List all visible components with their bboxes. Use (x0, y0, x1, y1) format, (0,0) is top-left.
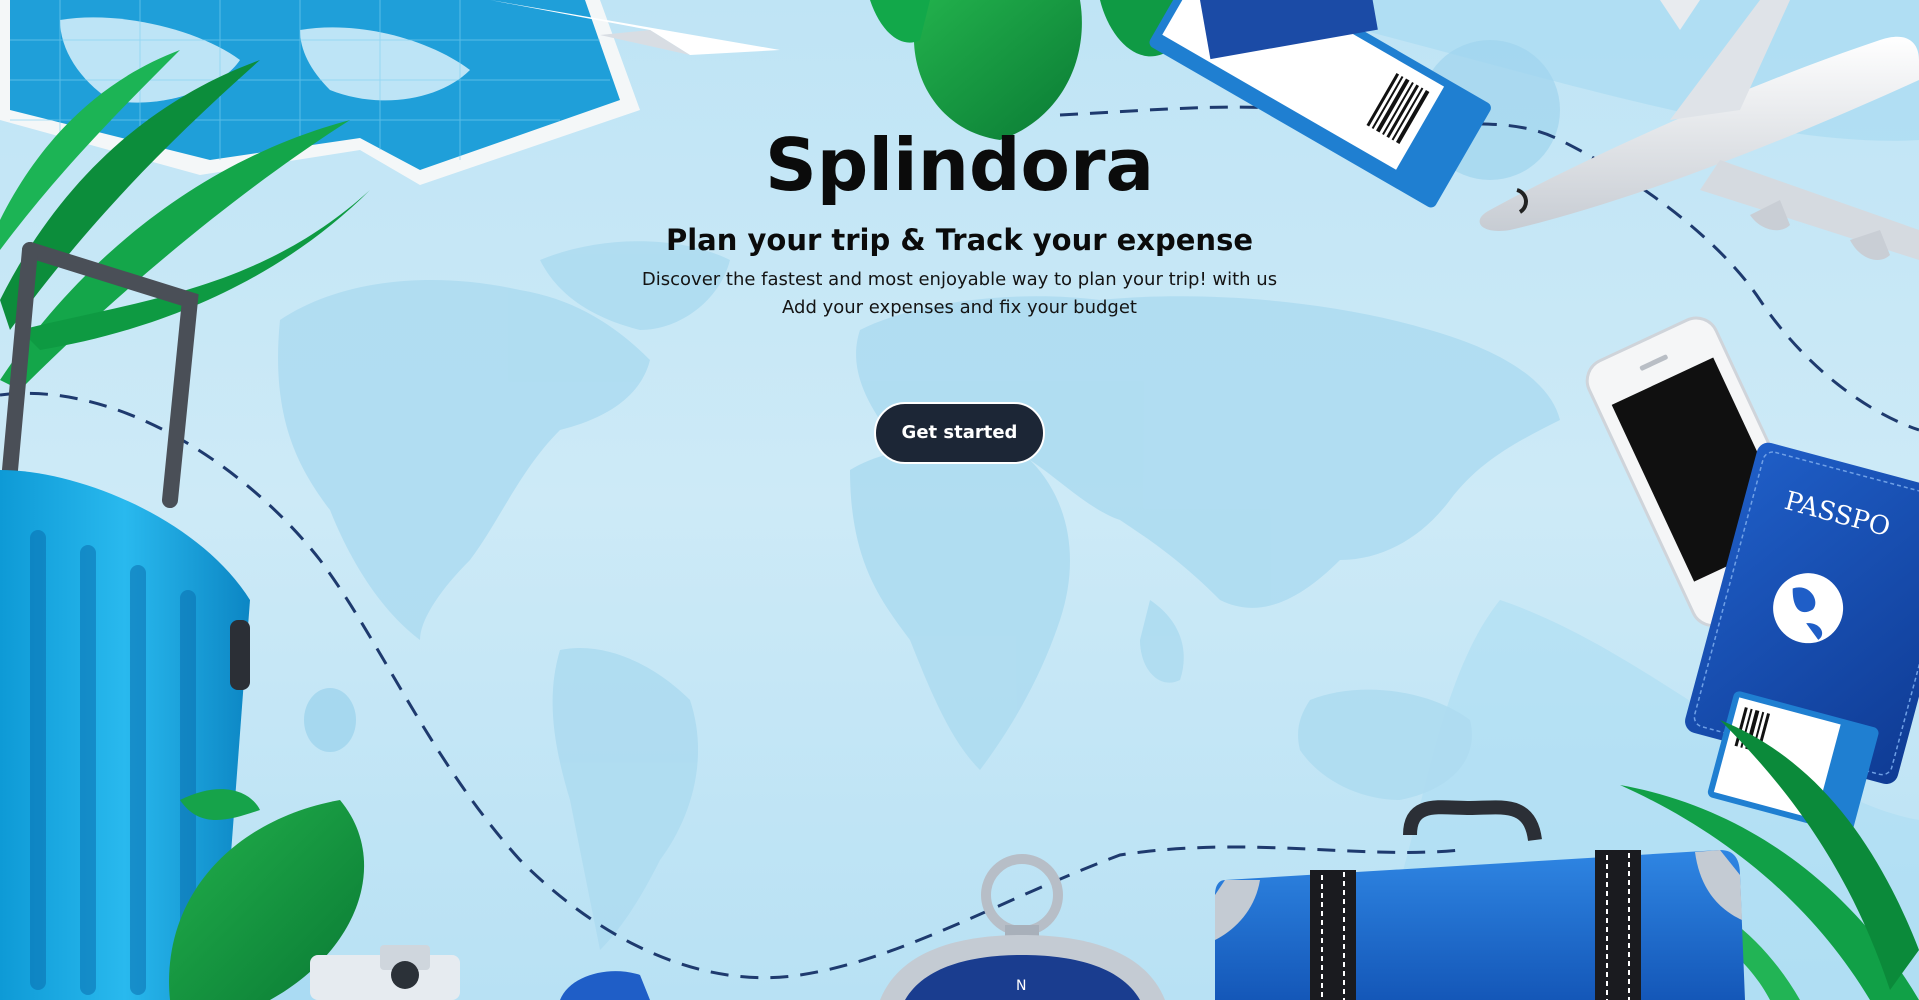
get-started-button[interactable]: Get started (873, 402, 1046, 464)
hero-description-line-1: Discover the fastest and most enjoyable … (641, 269, 1278, 290)
hero-subtitle: Plan your trip & Track your expense (665, 223, 1253, 257)
hero-description-line-2: Add your expenses and fix your budget (782, 297, 1137, 318)
hero-section: Splindora Plan your trip & Track your ex… (0, 118, 1919, 464)
svg-text:N: N (1016, 978, 1026, 994)
app-title: Splindora (764, 123, 1155, 207)
hero-description: Discover the fastest and most enjoyable … (0, 266, 1919, 322)
